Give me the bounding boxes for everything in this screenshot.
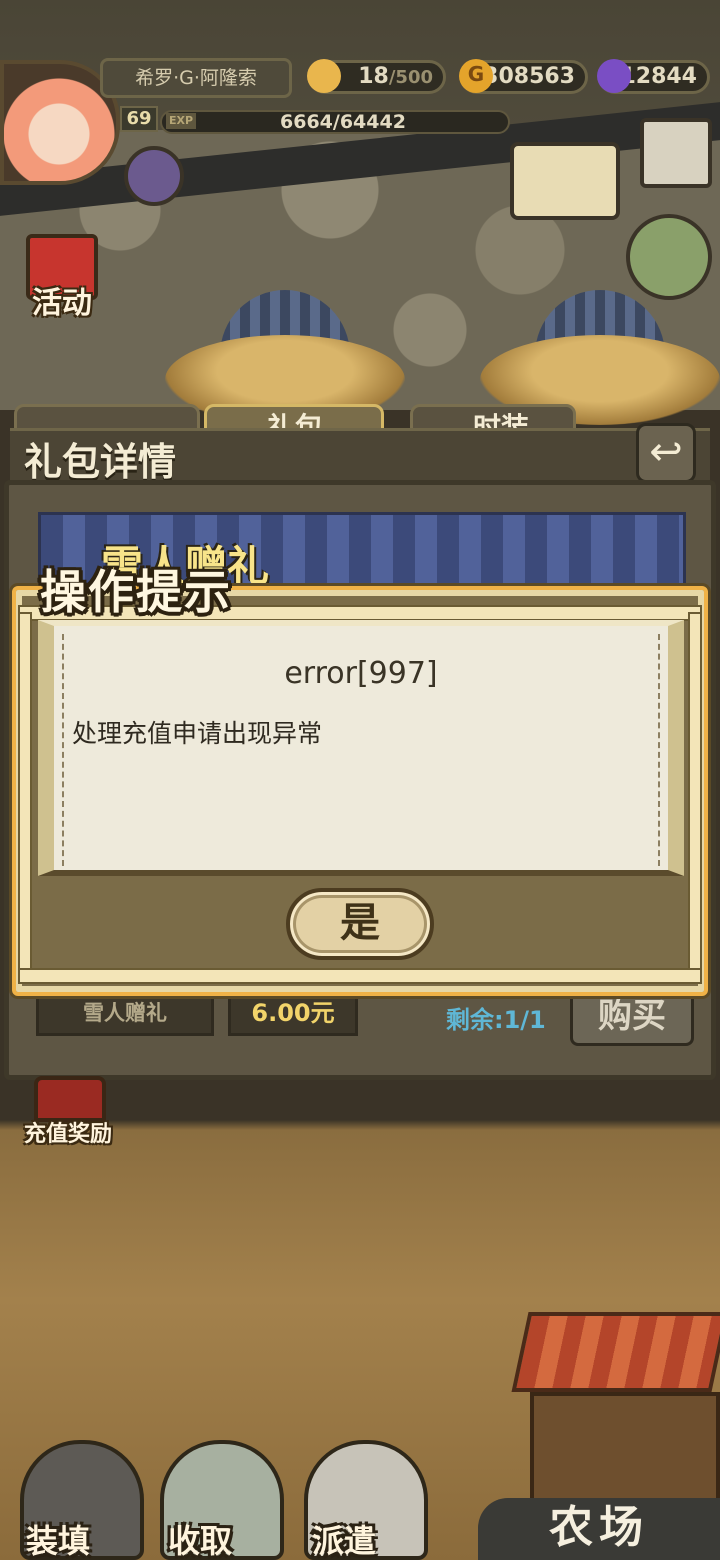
panel-header: 礼包详情 ↩ (10, 423, 710, 484)
gem-value: 12844 (620, 64, 697, 89)
mail-icon[interactable] (640, 118, 712, 188)
recharge-label: 充值奖励 (24, 1122, 113, 1147)
bag-icon[interactable] (626, 214, 712, 300)
load-button[interactable]: 装填 (20, 1440, 144, 1560)
gift-item-row: 雪人赠礼 6.00元 剩余:1/1 购买 (30, 986, 700, 1060)
farm-barn (530, 1392, 720, 1512)
back-icon[interactable]: ↩ (636, 423, 696, 483)
dispatch-label: 派遣 (312, 1522, 377, 1560)
remaining-count: 剩余:1/1 (446, 1006, 546, 1034)
dialog-rail-bottom (18, 968, 702, 984)
gem-counter: 12844 (597, 59, 710, 94)
player-name: 希罗·G·阿隆索 (100, 58, 292, 98)
item-name: 雪人赠礼 (36, 990, 214, 1036)
collect-label: 收取 (168, 1522, 233, 1560)
item-price: 6.00元 (228, 990, 358, 1036)
farm-roof (511, 1312, 720, 1392)
exp-bar: EXP 6664/64442 (160, 110, 510, 134)
exp-value: 6664/64442 (280, 111, 406, 133)
error-code: error[997] (284, 656, 438, 691)
add-gem-icon[interactable] (124, 146, 184, 206)
coin-icon: G (459, 59, 493, 93)
dialog-title: 操作提示 (40, 565, 232, 619)
collect-button[interactable]: 收取 (160, 1440, 284, 1560)
load-label: 装填 (26, 1522, 91, 1560)
dialog-post-left (18, 612, 32, 982)
exp-label: EXP (166, 113, 197, 129)
quest-scroll-icon[interactable] (510, 142, 620, 220)
dispatch-button[interactable]: 派遣 (304, 1440, 428, 1560)
gold-value: 308563 (483, 64, 575, 89)
gem-icon (597, 59, 631, 93)
dialog-post-right (688, 612, 702, 982)
player-level: 69 (120, 106, 158, 132)
farm-building[interactable] (500, 1312, 720, 1512)
stamina-max: /500 (388, 67, 433, 88)
panel-title: 礼包详情 (24, 440, 177, 484)
event-button[interactable]: 活动 (14, 210, 110, 321)
farm-button[interactable]: 农场 (478, 1498, 720, 1560)
confirm-button[interactable]: 是 (286, 888, 434, 960)
dialog-paper: error[997] 处理充值申请出现异常 (38, 620, 684, 876)
recharge-reward-button[interactable]: 充值奖励 (24, 1076, 116, 1148)
stamina-current: 18 (358, 64, 389, 89)
gold-counter: G 308563 (459, 59, 588, 94)
bread-icon (307, 59, 341, 93)
error-message: 处理充值申请出现异常 (72, 719, 323, 748)
event-label: 活动 (32, 286, 92, 321)
stamina-counter: 18/500 (307, 59, 446, 94)
